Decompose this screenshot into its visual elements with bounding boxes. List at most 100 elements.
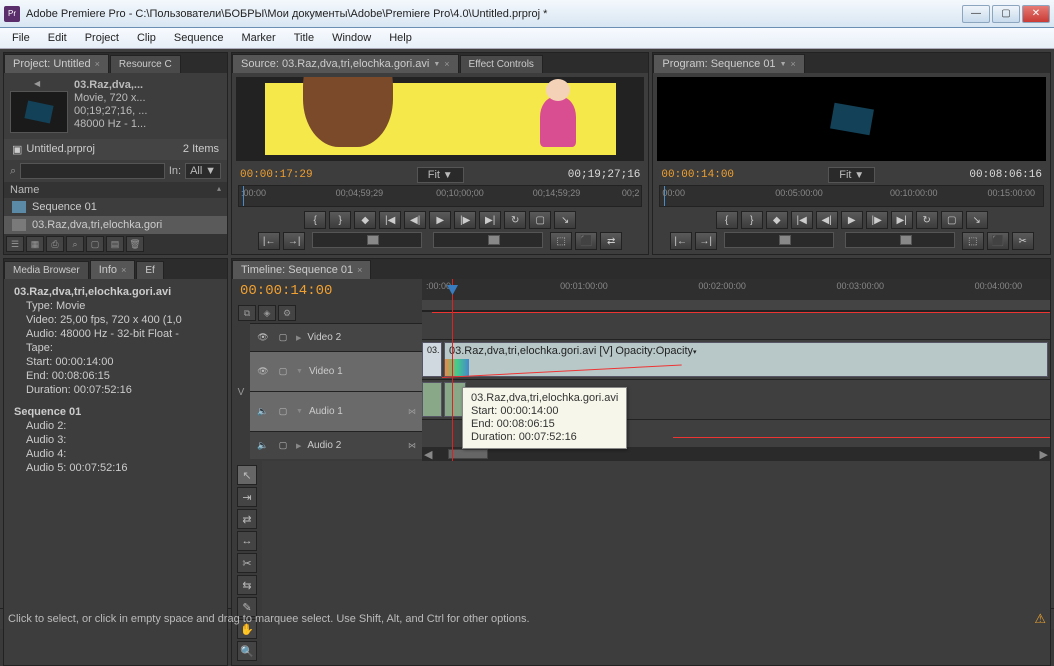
jog-slider[interactable]: [724, 232, 834, 248]
go-in-button[interactable]: |◀: [379, 211, 401, 229]
razor-tool[interactable]: ✂: [237, 553, 257, 573]
arrow-left-icon[interactable]: ◀: [34, 79, 44, 89]
shuttle-slider[interactable]: [845, 232, 955, 248]
lift-button[interactable]: ⬚: [962, 232, 984, 250]
loop-button[interactable]: ↻: [504, 211, 526, 229]
minimize-button[interactable]: —: [962, 5, 990, 23]
maximize-button[interactable]: ▢: [992, 5, 1020, 23]
safe-margins-button[interactable]: ▢: [529, 211, 551, 229]
dropdown-icon[interactable]: ▼: [433, 61, 440, 68]
filter-select[interactable]: All ▼: [185, 163, 221, 179]
snap-button[interactable]: ⧉: [238, 305, 256, 321]
zoom-tool[interactable]: 🔍: [237, 641, 257, 661]
track-header-video2[interactable]: 👁▢ ▶Video 2: [250, 323, 422, 351]
fit-select[interactable]: Fit ▼: [828, 167, 875, 183]
loop-button[interactable]: ↻: [916, 211, 938, 229]
delete-button[interactable]: 🗑: [126, 236, 144, 252]
speaker-icon[interactable]: 🔈: [256, 439, 270, 453]
output-button[interactable]: ↘: [554, 211, 576, 229]
icon-view-button[interactable]: ▦: [26, 236, 44, 252]
set-out-button[interactable]: }: [329, 211, 351, 229]
program-tc-current[interactable]: 00:00:14:00: [661, 169, 734, 181]
speaker-icon[interactable]: 🔈: [256, 405, 270, 419]
insert-button[interactable]: ⬚: [550, 232, 572, 250]
close-icon[interactable]: ×: [95, 59, 100, 69]
sort-icon[interactable]: ▴: [217, 184, 221, 196]
new-bin-button[interactable]: ▢: [86, 236, 104, 252]
prev-edit-button[interactable]: |←: [258, 232, 280, 250]
set-out-button[interactable]: }: [741, 211, 763, 229]
lock-icon[interactable]: ▢: [276, 365, 290, 379]
list-item[interactable]: Sequence 01: [4, 198, 227, 216]
source-viewer[interactable]: [236, 77, 644, 161]
tab-media-browser[interactable]: Media Browser: [4, 261, 89, 279]
ripple-edit-tool[interactable]: ⇄: [237, 509, 257, 529]
tab-effects[interactable]: Ef: [136, 261, 163, 279]
marker-button[interactable]: ◆: [354, 211, 376, 229]
extract-button[interactable]: ⬛: [987, 232, 1009, 250]
tab-timeline[interactable]: Timeline: Sequence 01×: [232, 260, 371, 279]
prev-edit-button[interactable]: |←: [670, 232, 692, 250]
search-input[interactable]: [20, 163, 165, 179]
menu-sequence[interactable]: Sequence: [166, 30, 232, 46]
shuttle-slider[interactable]: [433, 232, 543, 248]
list-item[interactable]: 03.Raz,dva,tri,elochka.gori: [4, 216, 227, 234]
menu-window[interactable]: Window: [324, 30, 379, 46]
next-edit-button[interactable]: →|: [283, 232, 305, 250]
rate-stretch-tool[interactable]: ↔: [237, 531, 257, 551]
output-button[interactable]: ↘: [966, 211, 988, 229]
close-button[interactable]: ✕: [1022, 5, 1050, 23]
program-viewer[interactable]: [657, 77, 1046, 161]
list-view-button[interactable]: ☰: [6, 236, 24, 252]
close-icon[interactable]: ×: [791, 59, 796, 69]
timeline-timecode[interactable]: 00:00:14:00: [240, 283, 332, 299]
track-header-audio2[interactable]: 🔈▢ ▶Audio 2⋈: [250, 431, 422, 459]
step-back-button[interactable]: ◀|: [404, 211, 426, 229]
close-icon[interactable]: ×: [357, 265, 362, 275]
set-in-button[interactable]: {: [716, 211, 738, 229]
toggle-take-button[interactable]: ⇄: [600, 232, 622, 250]
tab-program[interactable]: Program: Sequence 01 ▼ ×: [653, 54, 804, 73]
fit-select[interactable]: Fit ▼: [417, 167, 464, 183]
step-back-button[interactable]: ◀|: [816, 211, 838, 229]
eye-icon[interactable]: 👁: [256, 331, 270, 345]
program-time-ruler[interactable]: 00:00 00:05:00:00 00:10:00:00 00:15:00:0…: [659, 185, 1044, 207]
next-edit-button[interactable]: →|: [695, 232, 717, 250]
overlay-button[interactable]: ⬛: [575, 232, 597, 250]
slip-tool[interactable]: ⇆: [237, 575, 257, 595]
timeline-tracks-area[interactable]: :00:00 00:01:00:00 00:02:00:00 00:03:00:…: [422, 279, 1050, 461]
set-in-button[interactable]: {: [304, 211, 326, 229]
track-lane-video2[interactable]: [422, 311, 1050, 339]
marker-set-button[interactable]: ◈: [258, 305, 276, 321]
search-icon[interactable]: ⌕: [10, 165, 16, 178]
tab-resource[interactable]: Resource C: [110, 55, 181, 73]
tab-source[interactable]: Source: 03.Raz,dva,tri,elochka.gori.avi …: [232, 54, 459, 73]
source-tc-in[interactable]: 00:00:17:29: [240, 169, 313, 181]
track-header-audio1[interactable]: 🔈▢ ▼Audio 1⋈: [250, 391, 422, 431]
close-icon[interactable]: ×: [444, 59, 449, 69]
marker-button[interactable]: ◆: [766, 211, 788, 229]
new-item-button[interactable]: ▤: [106, 236, 124, 252]
dropdown-icon[interactable]: ▼: [780, 61, 787, 68]
track-select-tool[interactable]: ⇥: [237, 487, 257, 507]
selection-tool[interactable]: ↖: [237, 465, 257, 485]
lock-icon[interactable]: ▢: [276, 439, 290, 453]
lock-icon[interactable]: ▢: [276, 331, 290, 345]
playhead[interactable]: [452, 279, 453, 461]
audio-clip[interactable]: [422, 382, 442, 417]
automate-button[interactable]: ⎙: [46, 236, 64, 252]
menu-marker[interactable]: Marker: [233, 30, 283, 46]
go-out-button[interactable]: ▶|: [479, 211, 501, 229]
play-button[interactable]: ▶: [429, 211, 451, 229]
close-icon[interactable]: ×: [121, 265, 126, 275]
menu-help[interactable]: Help: [381, 30, 420, 46]
track-header-video1[interactable]: 👁▢ ▼Video 1: [250, 351, 422, 391]
column-name[interactable]: Name: [10, 184, 39, 196]
safe-margins-button[interactable]: ▢: [941, 211, 963, 229]
step-fwd-button[interactable]: |▶: [454, 211, 476, 229]
tab-project[interactable]: Project: Untitled×: [4, 54, 109, 73]
video-clip[interactable]: 03.: [422, 342, 442, 377]
menu-project[interactable]: Project: [77, 30, 127, 46]
source-time-ruler[interactable]: :00:00 00;04;59;29 00;10;00;00 00;14;59;…: [238, 185, 642, 207]
timeline-ruler[interactable]: :00:00 00:01:00:00 00:02:00:00 00:03:00:…: [422, 279, 1050, 311]
